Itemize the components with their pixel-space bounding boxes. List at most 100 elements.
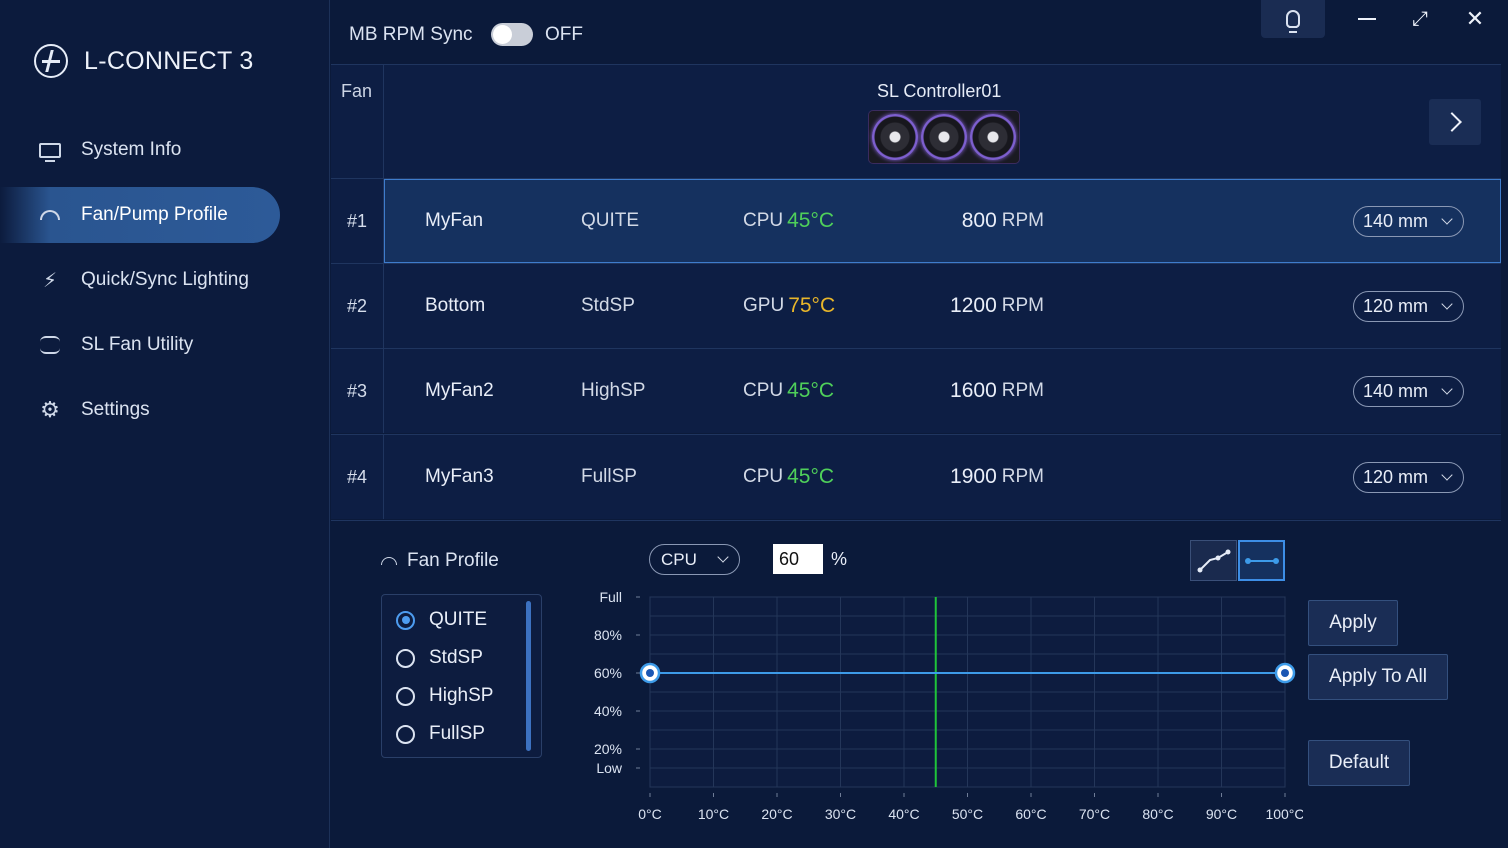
chart-tick-label-y: Low: [596, 760, 623, 776]
profile-option-label: HighSP: [429, 685, 494, 706]
percent-input[interactable]: [773, 544, 823, 574]
table-row[interactable]: #4 MyFan3 FullSP CPU 45°C 1900 RPM 120 mm: [331, 434, 1501, 519]
sidebar-item-label: Fan/Pump Profile: [81, 204, 228, 225]
minimize-icon: [1358, 18, 1376, 20]
fan-temp-reading: CPU 45°C: [743, 435, 834, 519]
sidebar-item-sl-fan-utility[interactable]: SL Fan Utility: [0, 317, 330, 373]
sidebar-item-fan-pump-profile[interactable]: Fan/Pump Profile: [0, 187, 280, 243]
expand-icon: ⤢: [1412, 7, 1428, 30]
curve-mode-button[interactable]: [1190, 540, 1237, 581]
temp-value: 45°C: [787, 209, 835, 232]
fan-size-value: 140 mm: [1363, 381, 1429, 401]
chart-tick-label-x: 10°C: [698, 806, 729, 822]
sidebar-item-label: SL Fan Utility: [81, 334, 194, 355]
chevron-down-icon: [1441, 469, 1453, 481]
default-button[interactable]: Default: [1308, 740, 1410, 786]
profile-list-scrollbar[interactable]: [526, 601, 531, 751]
fan-size-select[interactable]: 120 mm: [1353, 462, 1464, 493]
profile-option-highsp[interactable]: HighSP: [396, 685, 493, 707]
radio-icon: [396, 686, 415, 706]
fan-size-value: 120 mm: [1363, 296, 1429, 316]
fan-number: #1: [331, 179, 384, 263]
rpm-value: 1200: [950, 294, 997, 317]
app-title: L-CONNECT 3: [84, 46, 254, 75]
table-row[interactable]: #3 MyFan2 HighSP CPU 45°C 1600 RPM 140 mm: [331, 348, 1501, 433]
mb-rpm-sync-toggle[interactable]: [491, 23, 533, 46]
fan-name: Bottom: [425, 295, 486, 316]
maximize-button[interactable]: ⤢: [1405, 6, 1435, 32]
sidebar-item-settings[interactable]: ⚙︎ Settings: [0, 382, 330, 438]
fan-size-select[interactable]: 140 mm: [1353, 376, 1464, 407]
fan-table: Fan SL Controller01 #1 MyFan QUITE CPU 45…: [331, 64, 1501, 520]
radio-icon: [396, 648, 415, 668]
chart-tick-label-y: 80%: [594, 627, 622, 643]
profile-option-stdsp[interactable]: StdSP: [396, 647, 483, 669]
fixed-mode-button[interactable]: [1238, 540, 1285, 581]
temp-source-select[interactable]: CPU: [649, 544, 740, 575]
minimize-button[interactable]: [1352, 6, 1382, 32]
chart-tick-label-x: 30°C: [825, 806, 856, 822]
chart-tick-label-y: 20%: [594, 741, 622, 757]
profile-option-label: StdSP: [429, 647, 483, 668]
chevron-down-icon: [1441, 298, 1453, 310]
apply-to-all-button[interactable]: Apply To All: [1308, 654, 1448, 700]
apply-button[interactable]: Apply: [1308, 600, 1398, 646]
next-controller-button[interactable]: [1429, 99, 1481, 145]
fan-profile-heading: Fan Profile: [381, 550, 499, 572]
curve-point-center: [1281, 669, 1289, 677]
fan-size-value: 120 mm: [1363, 467, 1429, 487]
chart-tick-label-y: 60%: [594, 665, 622, 681]
profile-option-label: FullSP: [429, 723, 485, 744]
fan-profile-title: Fan Profile: [407, 550, 499, 571]
fan-rpm: 1900 RPM: [929, 435, 1044, 519]
controller-fans-image: [869, 111, 1019, 163]
chart-tick-label-x: 90°C: [1206, 806, 1237, 822]
gauge-icon: [38, 203, 62, 227]
fan-profile: QUITE: [581, 210, 640, 231]
chevron-down-icon: [717, 551, 729, 563]
fan-image: [920, 114, 967, 160]
fixed-mode-icon: [1244, 557, 1279, 564]
fan-column-header: Fan: [331, 65, 384, 179]
temp-source-value: CPU: [661, 550, 697, 569]
bolt-icon: ⚡︎: [42, 269, 58, 292]
lightbulb-button[interactable]: [1261, 0, 1325, 38]
fan-name: MyFan2: [425, 380, 494, 401]
radio-icon: [396, 724, 415, 744]
chart-tick-label-y: Full: [599, 589, 622, 605]
rpm-unit: RPM: [1001, 380, 1044, 401]
controller-name: SL Controller01: [877, 81, 1002, 101]
rpm-unit: RPM: [1001, 466, 1044, 487]
sidebar-item-label: Quick/Sync Lighting: [81, 269, 249, 290]
fan-rpm: 800 RPM: [929, 179, 1044, 263]
sl-fan-icon: [38, 333, 62, 357]
close-button[interactable]: ✕: [1460, 6, 1490, 32]
fan-size-select[interactable]: 140 mm: [1353, 206, 1464, 237]
lian-li-logo-icon: [34, 44, 68, 78]
fan-image: [969, 114, 1016, 160]
monitor-icon: [38, 138, 62, 162]
fan-profile: FullSP: [581, 466, 637, 487]
mb-rpm-sync-label: MB RPM Sync: [349, 24, 473, 45]
top-bar: MB RPM Sync OFF ⤢ ✕: [331, 0, 1508, 64]
fan-temp-reading: CPU 45°C: [743, 179, 834, 263]
profile-option-label: QUITE: [429, 609, 488, 630]
close-icon: ✕: [1465, 6, 1485, 31]
chart-tick-label-x: 50°C: [952, 806, 983, 822]
fan-size-select[interactable]: 120 mm: [1353, 291, 1464, 322]
chart-tick-label-x: 40°C: [888, 806, 919, 822]
table-row[interactable]: #2 Bottom StdSP GPU 75°C 1200 RPM 120 mm: [331, 263, 1501, 348]
profile-option-fullsp[interactable]: FullSP: [396, 723, 485, 745]
chart-tick-label-x: 0°C: [638, 806, 662, 822]
temp-source: GPU: [743, 295, 785, 316]
fan-profile: StdSP: [581, 295, 635, 316]
sidebar-item-quick-sync-lighting[interactable]: ⚡︎ Quick/Sync Lighting: [0, 252, 330, 308]
curve-mode-icon: [1197, 549, 1230, 572]
chart-tick-label-x: 20°C: [761, 806, 792, 822]
profile-option-quite[interactable]: QUITE: [396, 609, 487, 631]
rpm-unit: RPM: [1001, 210, 1044, 231]
sidebar-item-system-info[interactable]: System Info: [0, 122, 330, 178]
fan-name: MyFan3: [425, 466, 494, 487]
table-row[interactable]: #1 MyFan QUITE CPU 45°C 800 RPM 140 mm: [331, 178, 1501, 263]
fan-curve-chart[interactable]: 0°C 10°C 20°C 30°C 40°C 50°C 60°C 70°C 80°C 90°C 1…: [563, 583, 1303, 848]
